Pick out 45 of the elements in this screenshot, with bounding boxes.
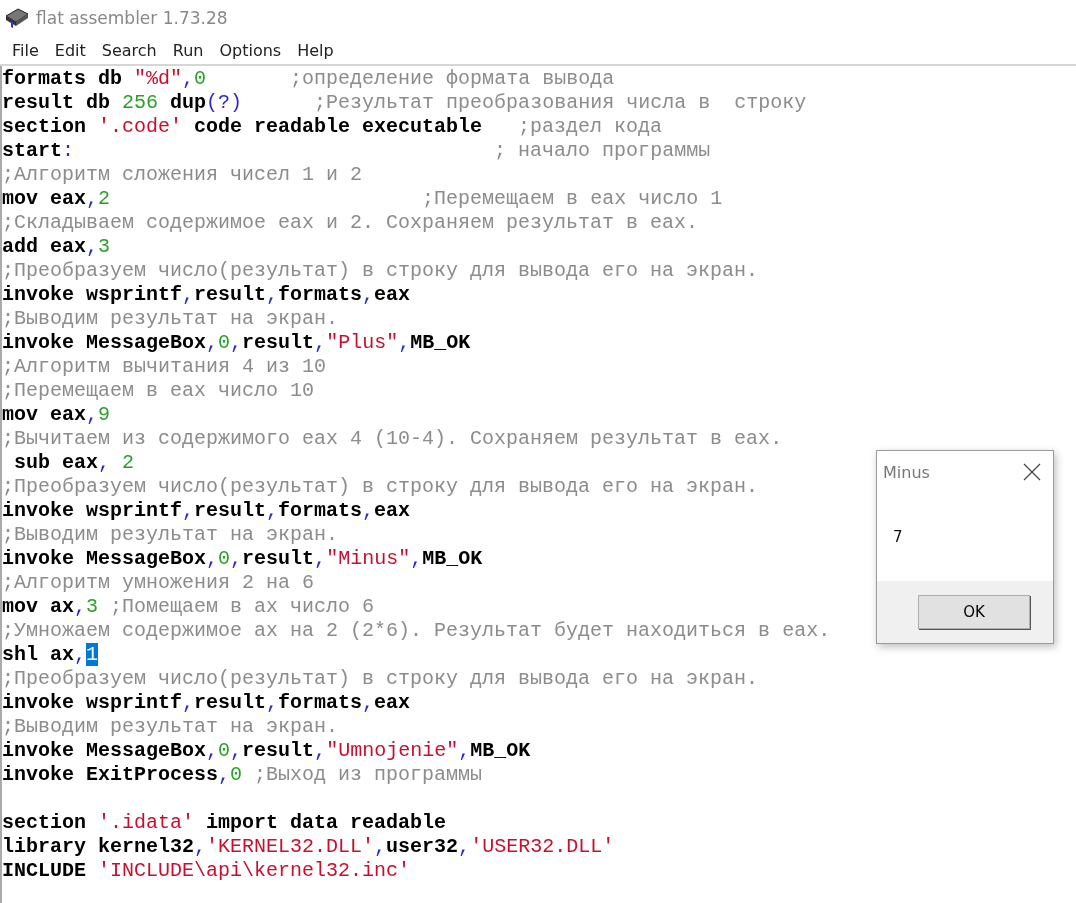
- menu-item[interactable]: Search: [93, 38, 165, 62]
- code-line: ;Преобразуем число(результат) в строку для вывода его на экран.: [2, 259, 759, 283]
- menu-item[interactable]: Run: [164, 38, 212, 62]
- menu-item[interactable]: Help: [289, 38, 342, 62]
- code-line: sub eax, 2: [13, 451, 135, 475]
- code-line: invoke MessageBox,0,result,"Umnojenie",MB_OK: [2, 739, 531, 763]
- code-line: ;Вычитаем из содержимого eax 4 (10-4). Сохраняем результат в eax.: [2, 427, 783, 451]
- menu-item[interactable]: Options: [211, 38, 290, 62]
- menu-item[interactable]: File: [4, 38, 47, 62]
- code-line: mov eax,9: [2, 403, 111, 427]
- code-line: ;Алгоритм умножения 2 на 6: [2, 571, 315, 595]
- code-line: invoke wsprintf,result,formats,eax: [2, 499, 411, 523]
- code-line: ;Преобразуем число(результат) в строку для вывода его на экран.: [2, 667, 759, 691]
- code-line: INCLUDE 'INCLUDE\api\kernel32.inc': [2, 859, 411, 883]
- code-line: invoke ExitProcess,0 ;Выход из программы: [2, 763, 483, 787]
- code-line: result db 256 dup(?) ;Результат преобразования числа в строку: [2, 91, 807, 115]
- code-line: ;Перемещаем в eax число 10: [2, 379, 315, 403]
- code-line: section '.idata' import data readable: [2, 811, 447, 835]
- code-line: section '.code' code readable executable ;раздел кода: [2, 115, 663, 139]
- code-line: ;Выводим результат на экран.: [2, 715, 339, 739]
- code-line: invoke wsprintf,result,formats,eax: [2, 691, 411, 715]
- code-line: add eax,3: [2, 235, 111, 259]
- code-line: shl ax,1: [2, 643, 99, 667]
- code-line: invoke wsprintf,result,formats,eax: [2, 283, 411, 307]
- menu-item[interactable]: Edit: [46, 38, 94, 62]
- code-line: formats db "%d",0 ;определение формата вывода: [2, 67, 615, 91]
- code-line: start: ; начало программы: [2, 139, 711, 163]
- code-line: ;Алгоритм вычитания 4 из 10: [2, 355, 327, 379]
- dialog-message: 7: [893, 528, 903, 546]
- close-icon[interactable]: [1023, 463, 1041, 481]
- code-line: mov eax,2 ;Перемещаем в eax число 1: [2, 187, 723, 211]
- ok-button[interactable]: OK: [918, 595, 1030, 629]
- code-line: invoke MessageBox,0,result,"Plus",MB_OK: [2, 331, 471, 355]
- code-line: library kernel32,'KERNEL32.DLL',user32,'USER32.DLL': [2, 835, 615, 859]
- code-line: ;Умножаем содержимое ax на 2 (2*6). Результат будет находиться в eax.: [2, 619, 831, 643]
- code-line: invoke MessageBox,0,result,"Minus",MB_OK: [2, 547, 483, 571]
- window-title: flat assembler 1.73.28: [36, 8, 228, 28]
- code-line: ;Преобразуем число(результат) в строку для вывода его на экран.: [2, 475, 759, 499]
- code-line: mov ax,3 ;Помещаем в ax число 6: [2, 595, 375, 619]
- dialog-title: Minus: [883, 462, 930, 482]
- code-line: ;Складываем содержимое eax и 2. Сохраняем результат в eax.: [2, 211, 699, 235]
- code-line: ;Выводим результат на экран.: [2, 307, 339, 331]
- app-icon: [4, 7, 30, 29]
- code-line: ;Выводим результат на экран.: [2, 523, 339, 547]
- code-line: ;Алгоритм сложения чисел 1 и 2: [2, 163, 363, 187]
